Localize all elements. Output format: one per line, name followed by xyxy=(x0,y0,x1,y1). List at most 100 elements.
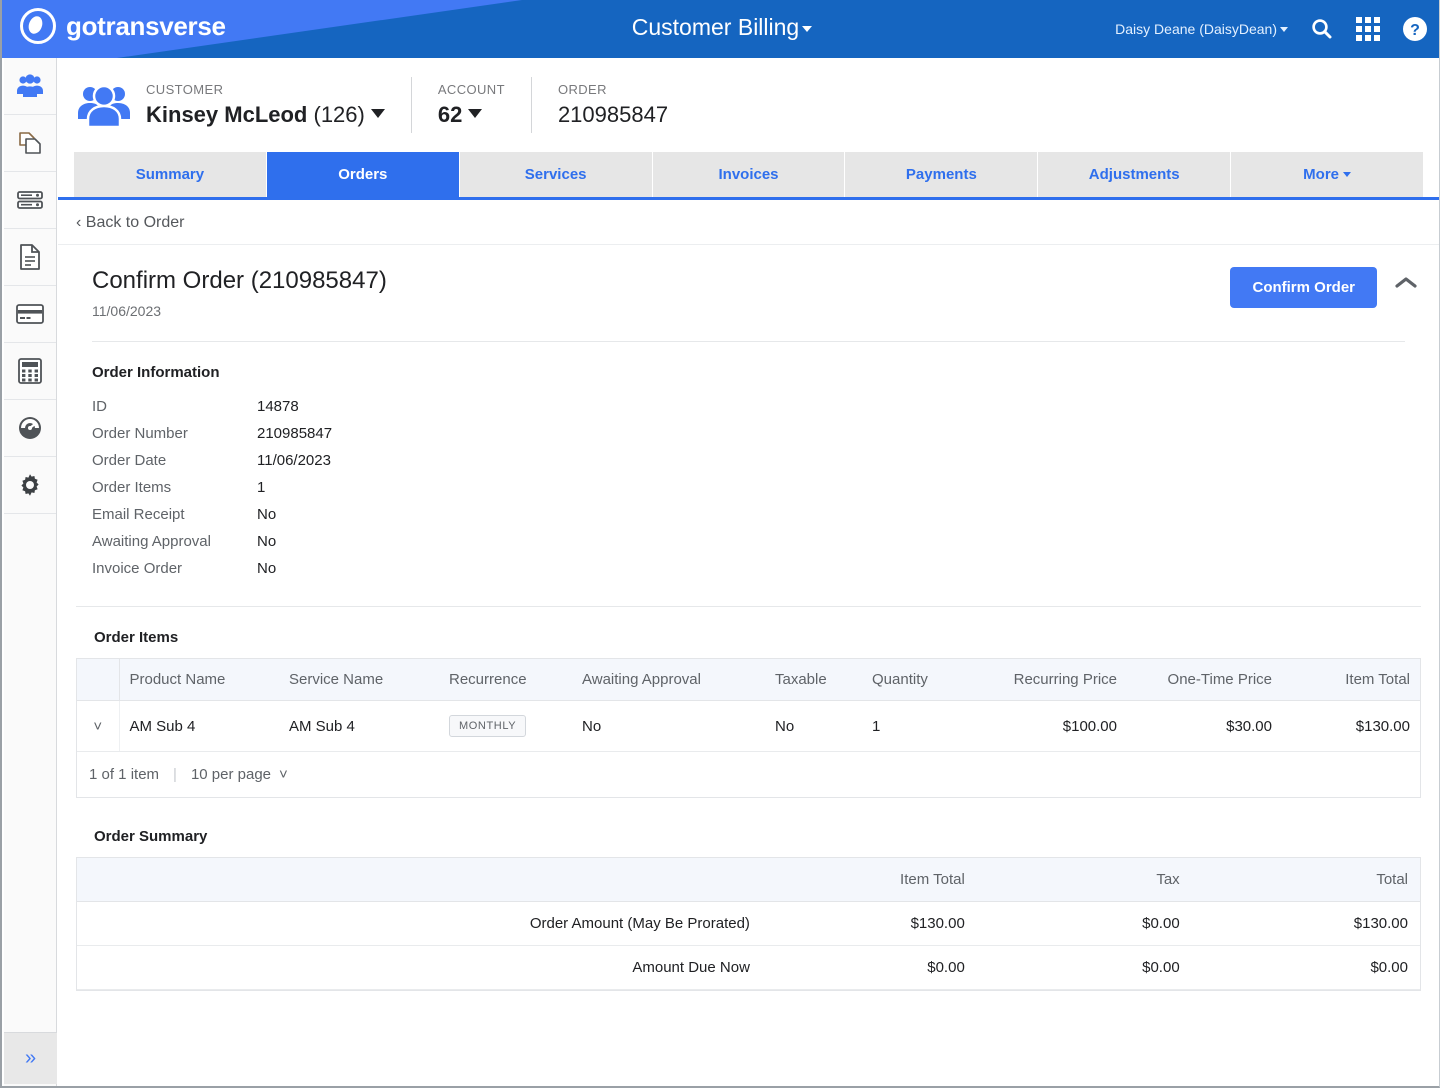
user-menu[interactable]: Daisy Deane (DaisyDean) xyxy=(1115,21,1288,37)
chevron-down-icon: ˅ xyxy=(279,766,288,783)
customer-block[interactable]: CUSTOMER Kinsey McLeod (126) xyxy=(146,82,411,128)
search-icon[interactable] xyxy=(1310,17,1334,41)
cell-awaiting-approval: No xyxy=(572,700,765,752)
per-page-selector[interactable]: 10 per page ˅ xyxy=(191,766,288,783)
sidebar-item-dashboard[interactable] xyxy=(4,400,56,457)
chevron-up-icon xyxy=(1395,277,1417,288)
table-row: Amount Due Now $0.00 $0.00 $0.00 xyxy=(77,945,1420,990)
cell-quantity: 1 xyxy=(862,700,967,752)
col-tax: Tax xyxy=(976,858,1192,902)
sidebar-item-services[interactable] xyxy=(4,172,56,229)
tab-invoices[interactable]: Invoices xyxy=(651,152,845,197)
info-key: Email Receipt xyxy=(92,506,185,523)
col-total: Total xyxy=(1191,858,1420,902)
copy-documents-icon xyxy=(19,132,41,154)
summary-total: $130.00 xyxy=(1191,901,1420,946)
header-actions: Daisy Deane (DaisyDean) ? xyxy=(1115,0,1428,58)
account-block[interactable]: ACCOUNT 62 xyxy=(438,82,531,128)
tab-label: Invoices xyxy=(718,166,779,183)
cell-item-total: $130.00 xyxy=(1282,700,1420,752)
chevron-down-icon xyxy=(1343,172,1351,177)
cell-recurrence: MONTHLY xyxy=(439,700,572,752)
tab-adjustments[interactable]: Adjustments xyxy=(1037,152,1231,197)
info-key: Order Date xyxy=(92,452,167,469)
back-to-order-link[interactable]: ‹ Back to Order xyxy=(76,214,184,231)
brand-name: gotransverse xyxy=(66,10,226,41)
info-key: ID xyxy=(92,398,107,415)
collapse-section-button[interactable] xyxy=(1393,275,1419,296)
per-page-label: 10 per page xyxy=(190,766,272,783)
tab-label: Payments xyxy=(905,166,977,183)
account-value: 62 xyxy=(438,102,505,128)
customer-value: Kinsey McLeod (126) xyxy=(146,102,385,128)
sidebar-item-settings[interactable] xyxy=(4,457,56,514)
sidebar-item-customers[interactable] xyxy=(4,58,56,115)
account-number: 62 xyxy=(437,102,463,127)
info-row: Awaiting Approval No xyxy=(92,528,1439,555)
col-one-time-price: One-Time Price xyxy=(1127,659,1282,701)
sidebar-item-invoices[interactable] xyxy=(4,229,56,286)
info-row: Order Number 210985847 xyxy=(92,420,1439,447)
item-count-label: 1 of 1 item xyxy=(89,766,160,783)
col-item-total: Item Total xyxy=(1282,659,1420,701)
tab-payments[interactable]: Payments xyxy=(844,152,1038,197)
tab-more[interactable]: More xyxy=(1230,152,1424,197)
help-icon[interactable]: ? xyxy=(1402,16,1428,42)
sidebar-expand-button[interactable]: » xyxy=(4,1032,57,1084)
gotransverse-logo-icon xyxy=(20,8,56,44)
table-header-row: Product Name Service Name Recurrence Awa… xyxy=(77,659,1420,701)
summary-item-total: $0.00 xyxy=(761,945,977,990)
sidebar-item-billing[interactable] xyxy=(4,343,56,400)
info-value: 14878 xyxy=(257,398,299,415)
table-row: Order Amount (May Be Prorated) $130.00 $… xyxy=(77,901,1420,946)
order-items-table: Product Name Service Name Recurrence Awa… xyxy=(76,658,1421,798)
credit-card-icon xyxy=(16,304,44,324)
col-summary-label xyxy=(77,858,762,902)
tab-label: Services xyxy=(524,166,587,183)
brand-logo[interactable]: gotransverse xyxy=(20,8,226,44)
info-value: No xyxy=(257,533,277,550)
svg-text:?: ? xyxy=(1410,22,1420,39)
gear-icon xyxy=(21,474,39,496)
confirm-order-button[interactable]: Confirm Order xyxy=(1230,267,1377,308)
col-recurring-price: Recurring Price xyxy=(967,659,1127,701)
tab-orders[interactable]: Orders xyxy=(265,152,459,197)
info-row: Email Receipt No xyxy=(92,501,1439,528)
gauge-icon xyxy=(19,417,41,439)
sidebar-item-payments[interactable] xyxy=(4,286,56,343)
calculator-icon xyxy=(18,358,42,384)
expand-column-header xyxy=(77,659,120,701)
sidebar-item-products[interactable] xyxy=(4,115,56,172)
order-summary-table: Item Total Tax Total Order Amount (May B… xyxy=(76,857,1421,991)
tab-services[interactable]: Services xyxy=(458,152,652,197)
customer-id: (126) xyxy=(313,102,365,127)
expand-row-cell[interactable]: ˅ xyxy=(77,700,120,752)
chevron-down-icon[interactable]: ˅ xyxy=(93,718,102,735)
info-value: 210985847 xyxy=(257,425,333,442)
cell-product-name: AM Sub 4 xyxy=(119,700,279,752)
chevron-down-icon xyxy=(1280,27,1288,32)
chevron-down-icon[interactable] xyxy=(468,109,483,118)
apps-grid-icon[interactable] xyxy=(1356,17,1380,41)
customer-label: CUSTOMER xyxy=(146,82,224,97)
customers-icon xyxy=(17,74,43,97)
summary-label: Amount Due Now xyxy=(77,945,762,990)
app-title-text: Customer Billing xyxy=(631,14,800,40)
recurrence-badge: MONTHLY xyxy=(449,715,527,737)
col-quantity: Quantity xyxy=(862,659,967,701)
info-row: Order Date 11/06/2023 xyxy=(92,447,1439,474)
chevron-down-icon[interactable] xyxy=(370,109,385,118)
tab-summary[interactable]: Summary xyxy=(74,152,266,197)
col-taxable: Taxable xyxy=(765,659,862,701)
divider xyxy=(410,77,412,133)
page-date: 11/06/2023 xyxy=(92,303,162,319)
tab-bar: Summary Orders Services Invoices Payment… xyxy=(58,152,1439,200)
col-service-name: Service Name xyxy=(279,659,439,701)
info-value: 1 xyxy=(257,479,266,496)
info-value: 11/06/2023 xyxy=(257,452,331,469)
main-content: CUSTOMER Kinsey McLeod (126) ACCOUNT 62 … xyxy=(58,58,1439,1086)
col-awaiting-approval: Awaiting Approval xyxy=(572,659,765,701)
order-information-title: Order Information xyxy=(92,364,220,381)
table-row[interactable]: ˅ AM Sub 4 AM Sub 4 MONTHLY No No 1 $100… xyxy=(77,700,1420,752)
col-product-name: Product Name xyxy=(119,659,279,701)
